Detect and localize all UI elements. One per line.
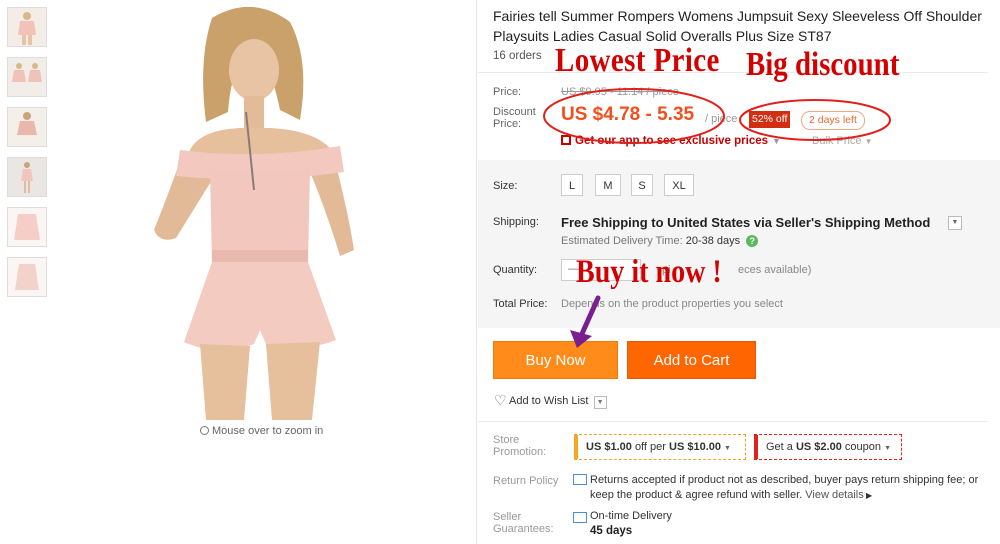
annotation-discount-circle [739, 99, 891, 141]
annotation-arrow-shaft [578, 295, 601, 339]
annotation-price-circle [543, 88, 725, 144]
annotation-overlay [543, 88, 891, 348]
